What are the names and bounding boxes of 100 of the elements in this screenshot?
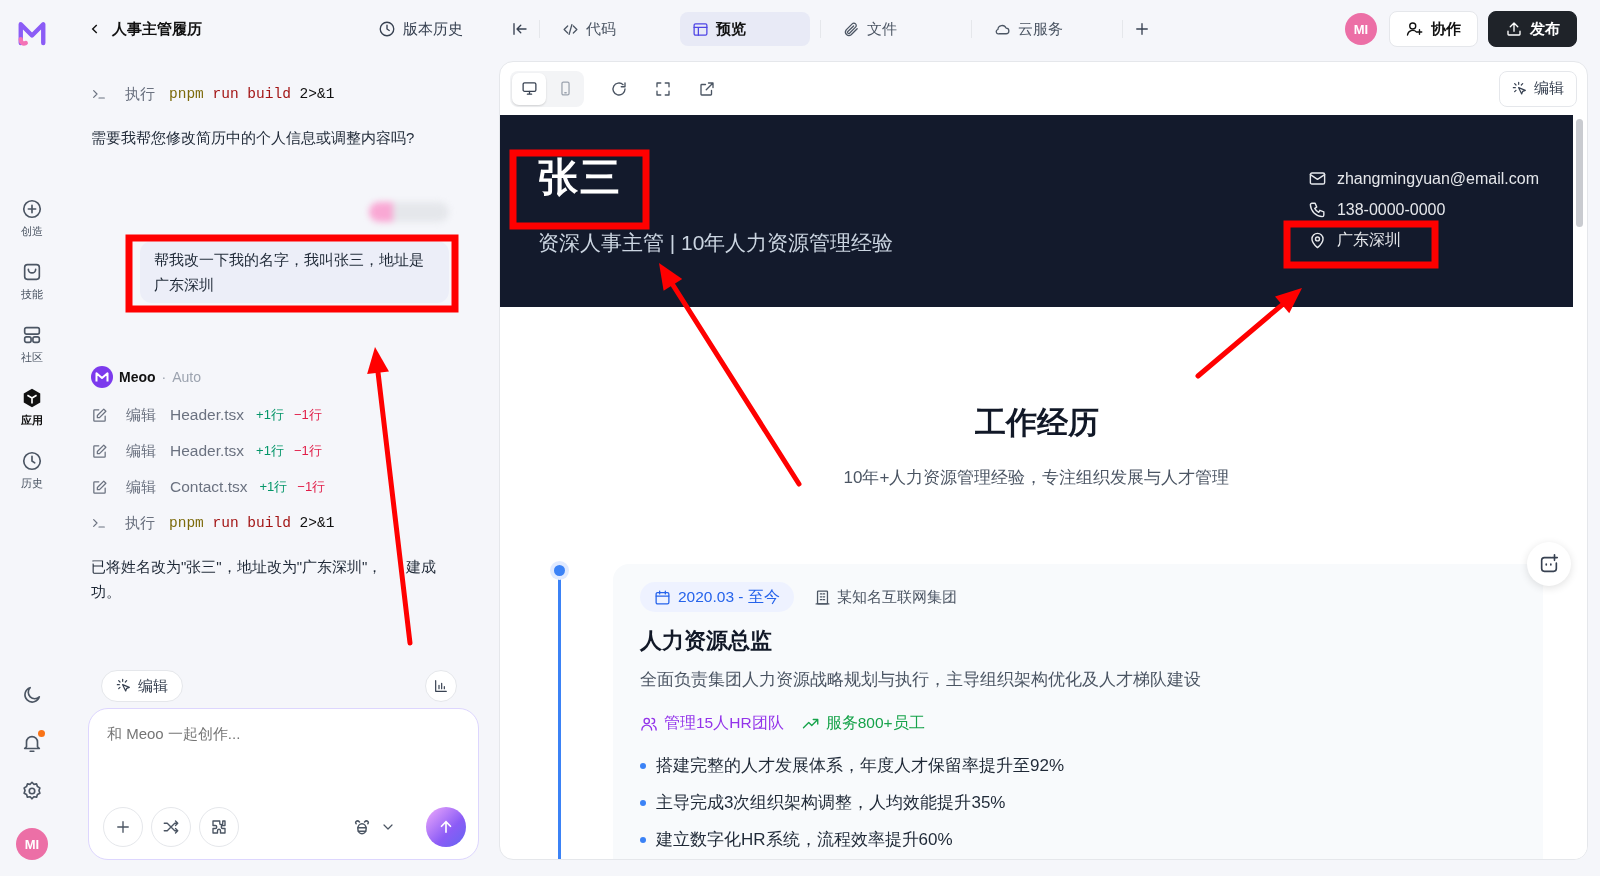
paperclip-icon [843, 20, 860, 38]
company-name: 某知名互联网集团 [836, 587, 957, 607]
message-text: 已将姓名改为"张三"，地址改为"广东深圳"， 建成功。 [91, 557, 438, 602]
shuffle-icon [162, 818, 180, 836]
achievement-text: 建立数字化HR系统，流程效率提升60% [656, 829, 953, 851]
step-label: 执行 [125, 513, 156, 533]
sparkle-cursor-icon [116, 678, 132, 694]
desktop-view-button[interactable] [512, 72, 546, 105]
bullet-dot [640, 799, 646, 806]
plus-circle-icon [21, 198, 43, 220]
mail-icon [1307, 169, 1327, 188]
file-name: Header.tsx [170, 442, 245, 460]
step-label: 编辑 [126, 477, 157, 497]
lines-added: +1行 [259, 478, 288, 496]
assistant-button[interactable] [1527, 542, 1571, 586]
edit-icon [91, 478, 108, 496]
fullscreen-icon[interactable] [654, 79, 672, 98]
moon-icon[interactable] [21, 684, 43, 706]
cube-icon [21, 387, 43, 409]
rail-item[interactable]: 创造 [8, 198, 56, 239]
edit-chip[interactable]: 编辑 [101, 670, 183, 702]
section-title: 工作经历 [974, 404, 1099, 442]
message-text: 需要我帮您修改简历中的个人信息或调整内容吗? [91, 128, 416, 148]
bar-chart-icon [433, 678, 449, 694]
send-button[interactable] [426, 807, 466, 847]
edit-icon [91, 442, 108, 460]
message-input[interactable]: 和 Meoo 一起创作... [103, 725, 466, 742]
tab[interactable]: 文件 [831, 12, 961, 46]
plugin-button[interactable] [199, 807, 239, 847]
bullet-dot [640, 836, 646, 843]
contact-text: 广东深圳 [1336, 230, 1401, 250]
command-text: pnpm run build 2>&1 [169, 515, 335, 531]
bullet-dot [640, 762, 646, 769]
rail-item[interactable]: 社区 [8, 324, 56, 365]
phone-icon [1307, 200, 1327, 219]
history-icon [378, 20, 396, 38]
lines-removed: −1行 [297, 478, 326, 496]
external-link-icon[interactable] [698, 79, 716, 98]
tab[interactable]: 云服务 [982, 12, 1112, 46]
notifications-button[interactable] [21, 732, 43, 754]
user-message: 帮我改一下我的名字，我叫张三，地址是广东深圳 [140, 241, 449, 303]
highlight-tag: 管理15人HR团队 [640, 713, 784, 734]
file-name: Header.tsx [170, 406, 245, 424]
job-summary: 全面负责集团人力资源战略规划与执行，主导组织架构优化及人才梯队建设 [640, 669, 1202, 691]
contact-text: 138-0000-0000 [1336, 200, 1446, 219]
calendar-icon [654, 588, 671, 606]
grid-icon [21, 324, 43, 346]
agent-mode: Auto [172, 369, 202, 385]
highlight-tag: 服务800+员工 [801, 713, 925, 734]
section-subtitle: 10年+人力资源管理经验，专注组织发展与人才管理 [843, 467, 1230, 489]
contact-text: zhangmingyuan@email.com [1336, 169, 1539, 188]
clock-icon [21, 450, 43, 472]
rail-item[interactable]: 应用 [8, 387, 56, 428]
add-user-icon [1406, 20, 1424, 38]
monitor-icon [520, 80, 538, 97]
refresh-icon[interactable] [610, 79, 628, 98]
resume-headline: 资深人事主管 | 10年人力资源管理经验 [538, 230, 894, 256]
job-title: 人力资源总监 [640, 627, 773, 655]
timeline-dot [554, 565, 565, 576]
settings-icon[interactable] [21, 780, 43, 802]
achievement-text: 搭建完整的人才发展体系，年度人才保留率提升至92% [656, 755, 1065, 777]
sparkle-cursor-icon [1512, 80, 1528, 97]
rail-item[interactable]: 技能 [8, 261, 56, 302]
file-name: Contact.tsx [170, 478, 248, 496]
upload-icon [1505, 20, 1523, 38]
command-text: pnpm run build 2>&1 [169, 86, 335, 102]
add-icon [114, 818, 132, 836]
tab[interactable]: 代码 [550, 12, 680, 46]
building-icon [813, 588, 831, 606]
edit-icon [91, 406, 108, 424]
stats-button[interactable] [425, 670, 457, 702]
edit-button[interactable]: 编辑 [1499, 70, 1577, 107]
agent-avatar-icon [91, 366, 113, 388]
period-text: 2020.03 - 至今 [678, 586, 780, 607]
back-title[interactable]: 人事主管履历 [88, 19, 378, 39]
separator-dot: · [161, 369, 167, 385]
achievement-text: 主导完成3次组织架构调整，人均效能提升35% [656, 792, 1006, 814]
step-label: 编辑 [126, 405, 157, 425]
agent-name: Meoo [119, 369, 156, 385]
shuffle-button[interactable] [151, 807, 191, 847]
lines-added: +1行 [256, 442, 284, 460]
add-button[interactable] [103, 807, 143, 847]
step-label: 编辑 [126, 441, 157, 461]
plugin-icon [210, 818, 228, 836]
tab[interactable]: 预览 [680, 12, 810, 46]
rail-item[interactable]: 历史 [8, 450, 56, 491]
layout-icon [692, 20, 709, 38]
collaborate-button[interactable]: 协作 [1389, 11, 1478, 47]
step-label: 执行 [125, 84, 156, 104]
lines-added: +1行 [256, 406, 284, 424]
publish-button[interactable]: 发布 [1488, 11, 1577, 47]
lines-removed: −1行 [293, 442, 322, 460]
collapse-panel-icon[interactable] [511, 20, 529, 38]
bee-icon [352, 817, 372, 837]
bag-icon [21, 261, 43, 283]
scrollbar-thumb[interactable] [1576, 119, 1583, 227]
bot-icon [1538, 553, 1560, 575]
lines-removed: −1行 [293, 406, 322, 424]
add-tab-icon[interactable] [1133, 20, 1151, 38]
history-button[interactable]: 版本历史 [378, 19, 463, 39]
